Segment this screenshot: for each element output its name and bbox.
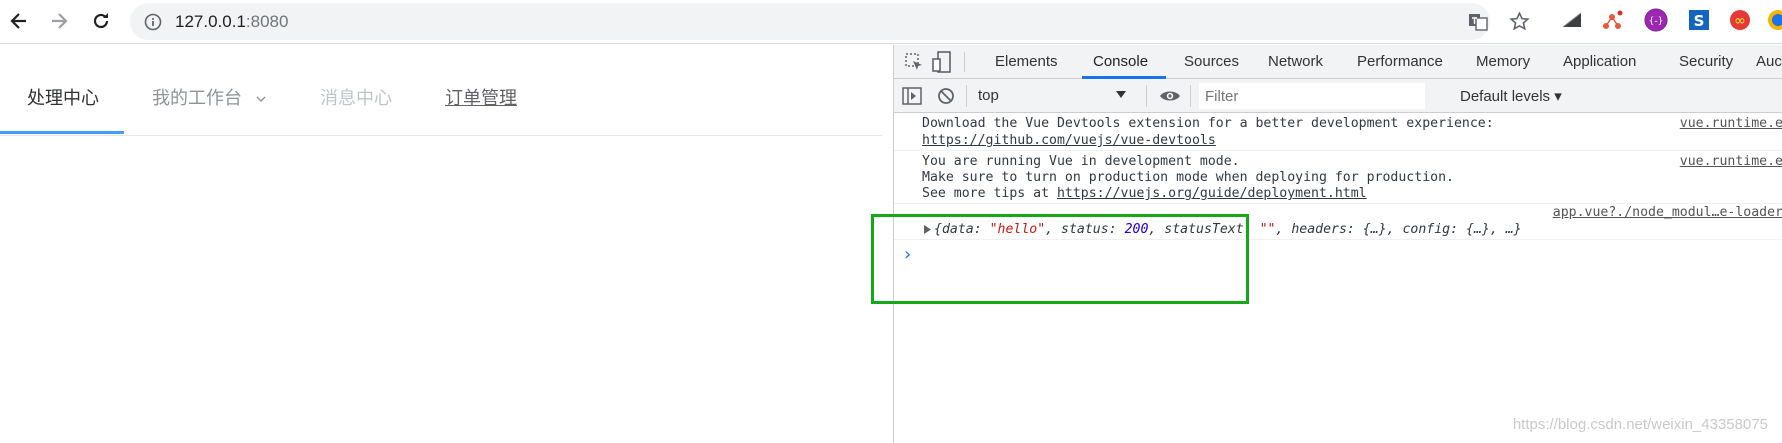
- extension-s-icon[interactable]: S: [1687, 8, 1711, 32]
- reload-button[interactable]: [86, 6, 116, 36]
- message-link[interactable]: https://github.com/vuejs/vue-devtools: [922, 133, 1216, 148]
- svg-text:{-}: {-}: [1648, 16, 1663, 27]
- menu-item-order-management[interactable]: 订单管理: [445, 84, 517, 110]
- info-icon[interactable]: [144, 13, 162, 31]
- menu-item-label: 我的工作台: [152, 88, 242, 108]
- profile-avatar-icon[interactable]: [1766, 8, 1782, 32]
- extension-vue-devtools-icon[interactable]: {-}: [1644, 8, 1668, 32]
- object-key: , headers: {…}, config: {…}, …}: [1275, 222, 1522, 237]
- bookmark-star-icon[interactable]: [1509, 11, 1530, 32]
- devtools-tabbar: Elements Console Sources Network Perform…: [894, 45, 1782, 79]
- dropdown-arrow-icon: [1116, 91, 1126, 98]
- forward-button[interactable]: [44, 6, 74, 36]
- log-levels-dropdown[interactable]: Default levels ▾: [1460, 87, 1562, 105]
- tab-audits[interactable]: Auc: [1756, 53, 1782, 70]
- menu-item-link[interactable]: 订单管理: [445, 88, 517, 108]
- toolbar-divider: [966, 85, 967, 107]
- message-text: You are running Vue in development mode.: [922, 154, 1240, 169]
- console-message: You are running Vue in development mode.…: [894, 151, 1782, 204]
- message-link[interactable]: https://vuejs.org/guide/deployment.html: [1057, 186, 1367, 201]
- extension-ruler-icon[interactable]: [1560, 8, 1584, 32]
- context-value: top: [978, 87, 999, 104]
- message-source-link[interactable]: vue.runtime.e: [1680, 154, 1782, 169]
- browser-toolbar: 127.0.0.1:8080 {-} S ∞: [0, 0, 1782, 44]
- tab-application[interactable]: Application: [1563, 53, 1636, 70]
- url-port: :8080: [245, 12, 289, 31]
- reload-icon: [93, 13, 109, 29]
- extension-graph-icon[interactable]: [1600, 8, 1624, 32]
- menu-item-label: 消息中心: [320, 88, 392, 108]
- console-toolbar: top Default levels ▾: [894, 79, 1782, 113]
- tab-memory[interactable]: Memory: [1476, 53, 1530, 70]
- tab-performance[interactable]: Performance: [1357, 53, 1443, 70]
- forward-arrow-icon: [52, 13, 68, 29]
- filter-input[interactable]: [1199, 83, 1425, 109]
- url-host: 127.0.0.1: [175, 12, 246, 31]
- menu-item-message-center: 消息中心: [320, 84, 392, 110]
- message-text: See more tips at https://vuejs.org/guide…: [922, 186, 1367, 201]
- device-toolbar-icon[interactable]: [932, 51, 952, 73]
- show-sidebar-icon[interactable]: [902, 87, 922, 105]
- menu-item-label: 处理中心: [27, 88, 99, 108]
- message-text: Make sure to turn on production mode whe…: [922, 170, 1454, 185]
- toolbar-divider: [1190, 85, 1191, 107]
- context-select[interactable]: top: [974, 82, 1136, 108]
- message-source-link[interactable]: app.vue?./node_modul…e-loader: [1553, 205, 1782, 220]
- toolbar-divider: [964, 52, 965, 72]
- annotation-highlight-box: [871, 214, 1249, 304]
- tab-elements[interactable]: Elements: [995, 53, 1058, 70]
- extension-infinity-icon[interactable]: ∞: [1728, 8, 1752, 32]
- active-tab-indicator: [0, 131, 124, 134]
- tab-network[interactable]: Network: [1268, 53, 1323, 70]
- console-message: Download the Vue Devtools extension for …: [894, 113, 1782, 151]
- clear-console-icon[interactable]: [937, 87, 955, 105]
- translate-icon[interactable]: [1468, 12, 1488, 32]
- menu-item-processing-center[interactable]: 处理中心: [27, 84, 99, 110]
- message-text-prefix: See more tips at: [922, 186, 1057, 201]
- back-button[interactable]: [4, 6, 34, 36]
- chevron-down-icon: [256, 96, 266, 103]
- inspect-element-icon[interactable]: [904, 52, 924, 72]
- message-source-link[interactable]: vue.runtime.e: [1680, 116, 1782, 131]
- watermark: https://blog.csdn.net/weixin_43358075: [1512, 416, 1768, 433]
- menu-item-my-workbench[interactable]: 我的工作台: [152, 84, 267, 110]
- back-arrow-icon: [10, 13, 26, 29]
- live-expression-eye-icon[interactable]: [1159, 89, 1181, 103]
- toolbar-divider: [1146, 85, 1147, 107]
- tab-security[interactable]: Security: [1679, 53, 1733, 70]
- tab-sources[interactable]: Sources: [1184, 53, 1239, 70]
- message-text: Download the Vue Devtools extension for …: [922, 116, 1494, 131]
- svg-text:∞: ∞: [1734, 13, 1746, 29]
- nav-menu: 处理中心 我的工作台 消息中心 订单管理: [0, 46, 882, 136]
- object-value-string: "": [1259, 222, 1276, 237]
- tab-console[interactable]: Console: [1093, 53, 1148, 70]
- url-text: 127.0.0.1:8080: [175, 12, 288, 32]
- svg-text:S: S: [1694, 12, 1705, 30]
- address-bar[interactable]: 127.0.0.1:8080: [130, 3, 1530, 40]
